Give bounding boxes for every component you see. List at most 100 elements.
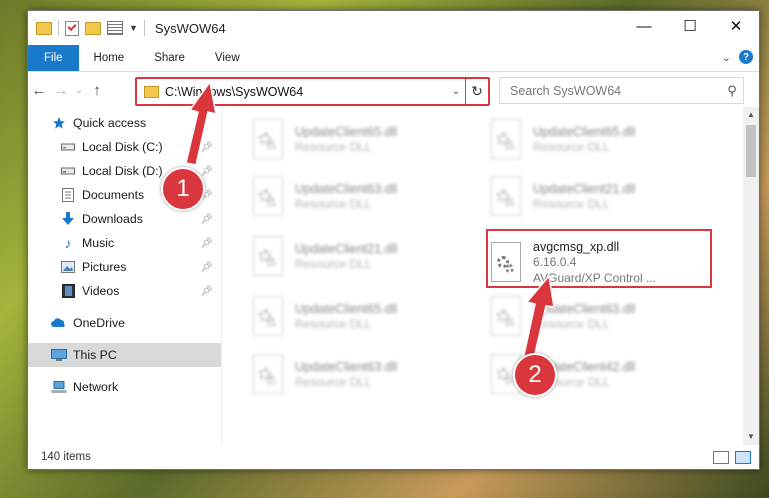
details-view-icon[interactable] [713, 451, 729, 464]
tab-home[interactable]: Home [79, 45, 140, 71]
drive-icon [60, 164, 76, 178]
sidebar-item-label: Network [73, 380, 119, 394]
dll-file-icon [485, 117, 525, 163]
properties-icon[interactable] [107, 21, 123, 35]
large-icons-view-icon[interactable] [735, 451, 751, 464]
file-name: UpdateClient63.dll [533, 302, 636, 316]
sidebar-item-pictures[interactable]: Pictures 📌︎ [28, 255, 221, 279]
navigation-pane: Quick access Local Disk (C:) 📌︎ Local Di… [28, 107, 222, 445]
sidebar-item-music[interactable]: ♪ Music 📌︎ [28, 231, 221, 255]
file-tile[interactable]: UpdateClient21.dll Resource DLL [485, 172, 635, 222]
sidebar-item-local-disk-c[interactable]: Local Disk (C:) 📌︎ [28, 135, 221, 159]
vertical-scrollbar[interactable]: ▲ ▼ [743, 107, 759, 445]
documents-icon [60, 188, 76, 202]
window-title: SysWOW64 [154, 20, 226, 36]
refresh-icon[interactable]: ↻ [465, 79, 488, 104]
up-arrow-icon[interactable]: ↑ [86, 82, 108, 99]
forward-arrow-icon[interactable]: → [50, 82, 72, 99]
address-bar[interactable]: C:\Windows\SysWOW64 ⌄ ↻ [135, 77, 490, 106]
videos-icon [60, 284, 76, 298]
file-name: UpdateClient21.dll [295, 242, 398, 256]
explorer-window: ▼ SysWOW64 — ☐ ✕ File Home Share View ⌄ … [27, 10, 760, 470]
pin-icon[interactable]: 📌︎ [200, 262, 213, 273]
help-icon[interactable]: ? [739, 50, 753, 64]
pin-icon[interactable]: 📌︎ [200, 238, 213, 249]
pin-icon[interactable]: 📌︎ [200, 214, 213, 225]
file-name: UpdateClient65.dll [295, 125, 398, 139]
search-input[interactable]: Search SysWOW64 [500, 84, 721, 98]
sidebar-item-downloads[interactable]: Downloads 📌︎ [28, 207, 221, 231]
file-description: Resource DLL [533, 317, 610, 331]
folder-icon [144, 85, 159, 98]
step1-badge: 1 [161, 167, 205, 211]
cloud-icon [51, 316, 67, 330]
pin-icon[interactable]: 📌︎ [200, 286, 213, 297]
dll-file-icon [247, 117, 287, 163]
drive-icon [60, 140, 76, 154]
file-tile[interactable]: UpdateClient63.dll Resource DLL [485, 292, 635, 342]
file-name: UpdateClient65.dll [533, 125, 636, 139]
star-icon [51, 116, 67, 130]
close-button[interactable]: ✕ [713, 11, 759, 41]
tab-file[interactable]: File [28, 45, 79, 71]
item-count: 140 items [41, 451, 91, 463]
file-tile[interactable]: UpdateClient63.dll Resource DLL [247, 350, 397, 400]
file-description: Resource DLL [295, 140, 372, 154]
target-file-highlight [486, 229, 712, 288]
sidebar-item-label: This PC [73, 348, 117, 362]
file-description: Resource DLL [295, 197, 372, 211]
customize-toolbar-chevron-icon[interactable]: ▼ [129, 23, 138, 33]
toolbar-divider [143, 20, 145, 36]
address-dropdown-chevron-icon[interactable]: ⌄ [447, 86, 465, 97]
properties-check-icon[interactable] [65, 20, 79, 36]
file-name: UpdateClient65.dll [295, 302, 398, 316]
maximize-button[interactable]: ☐ [667, 11, 713, 41]
quick-access-toolbar: ▼ [28, 20, 145, 36]
minimize-button[interactable]: — [621, 11, 667, 41]
sidebar-item-label: Pictures [82, 260, 127, 274]
expand-ribbon-chevron-icon[interactable]: ⌄ [722, 51, 731, 64]
file-tile[interactable]: UpdateClient42.dll Resource DLL [485, 350, 635, 400]
navigation-bar: ← → ⌄ ↑ C:\Windows\SysWOW64 ⌄ ↻ Search S… [28, 72, 759, 108]
sidebar-item-quick-access[interactable]: Quick access [28, 111, 221, 135]
pin-icon[interactable]: 📌︎ [200, 166, 213, 177]
window-controls: — ☐ ✕ [621, 11, 759, 41]
sidebar-item-network[interactable]: Network [28, 375, 221, 399]
sidebar-item-label: Downloads [82, 212, 143, 226]
sidebar-item-label: Quick access [73, 116, 147, 130]
scroll-up-arrow-icon[interactable]: ▲ [743, 107, 759, 123]
file-tile[interactable]: UpdateClient65.dll Resource DLL [247, 115, 397, 165]
file-tile[interactable]: UpdateClient21.dll Resource DLL [247, 232, 397, 282]
pin-icon[interactable]: 📌︎ [200, 142, 213, 153]
status-bar: 140 items [28, 445, 759, 469]
new-folder-icon[interactable] [85, 21, 101, 35]
music-icon: ♪ [64, 235, 72, 251]
dll-file-icon [247, 234, 287, 280]
search-box[interactable]: Search SysWOW64 ⚲ [499, 77, 744, 104]
sidebar-item-label: Documents [82, 188, 145, 202]
file-description: Resource DLL [533, 140, 610, 154]
scroll-down-arrow-icon[interactable]: ▼ [743, 429, 759, 445]
file-description: Resource DLL [295, 317, 372, 331]
sidebar-item-this-pc[interactable]: This PC [28, 343, 221, 367]
network-icon [51, 380, 67, 394]
back-arrow-icon[interactable]: ← [28, 82, 50, 99]
file-tile[interactable]: UpdateClient63.dll Resource DLL [247, 172, 397, 222]
scrollbar-thumb[interactable] [746, 125, 756, 177]
sidebar-item-label: Local Disk (C:) [82, 140, 163, 154]
address-path[interactable]: C:\Windows\SysWOW64 [165, 85, 447, 99]
tab-share[interactable]: Share [139, 45, 200, 71]
file-name: UpdateClient21.dll [533, 182, 636, 196]
file-description: Resource DLL [295, 375, 372, 389]
file-tile[interactable]: UpdateClient65.dll Resource DLL [485, 115, 635, 165]
search-icon[interactable]: ⚲ [721, 83, 743, 99]
view-toggle [713, 451, 751, 464]
title-bar: ▼ SysWOW64 — ☐ ✕ [28, 11, 759, 45]
sidebar-item-onedrive[interactable]: OneDrive [28, 311, 221, 335]
sidebar-item-videos[interactable]: Videos 📌︎ [28, 279, 221, 303]
file-tile[interactable]: UpdateClient65.dll Resource DLL [247, 292, 397, 342]
tab-view[interactable]: View [200, 45, 255, 71]
sidebar-item-label: Videos [82, 284, 120, 298]
recent-locations-chevron-icon[interactable]: ⌄ [72, 85, 86, 96]
file-description: Resource DLL [533, 197, 610, 211]
